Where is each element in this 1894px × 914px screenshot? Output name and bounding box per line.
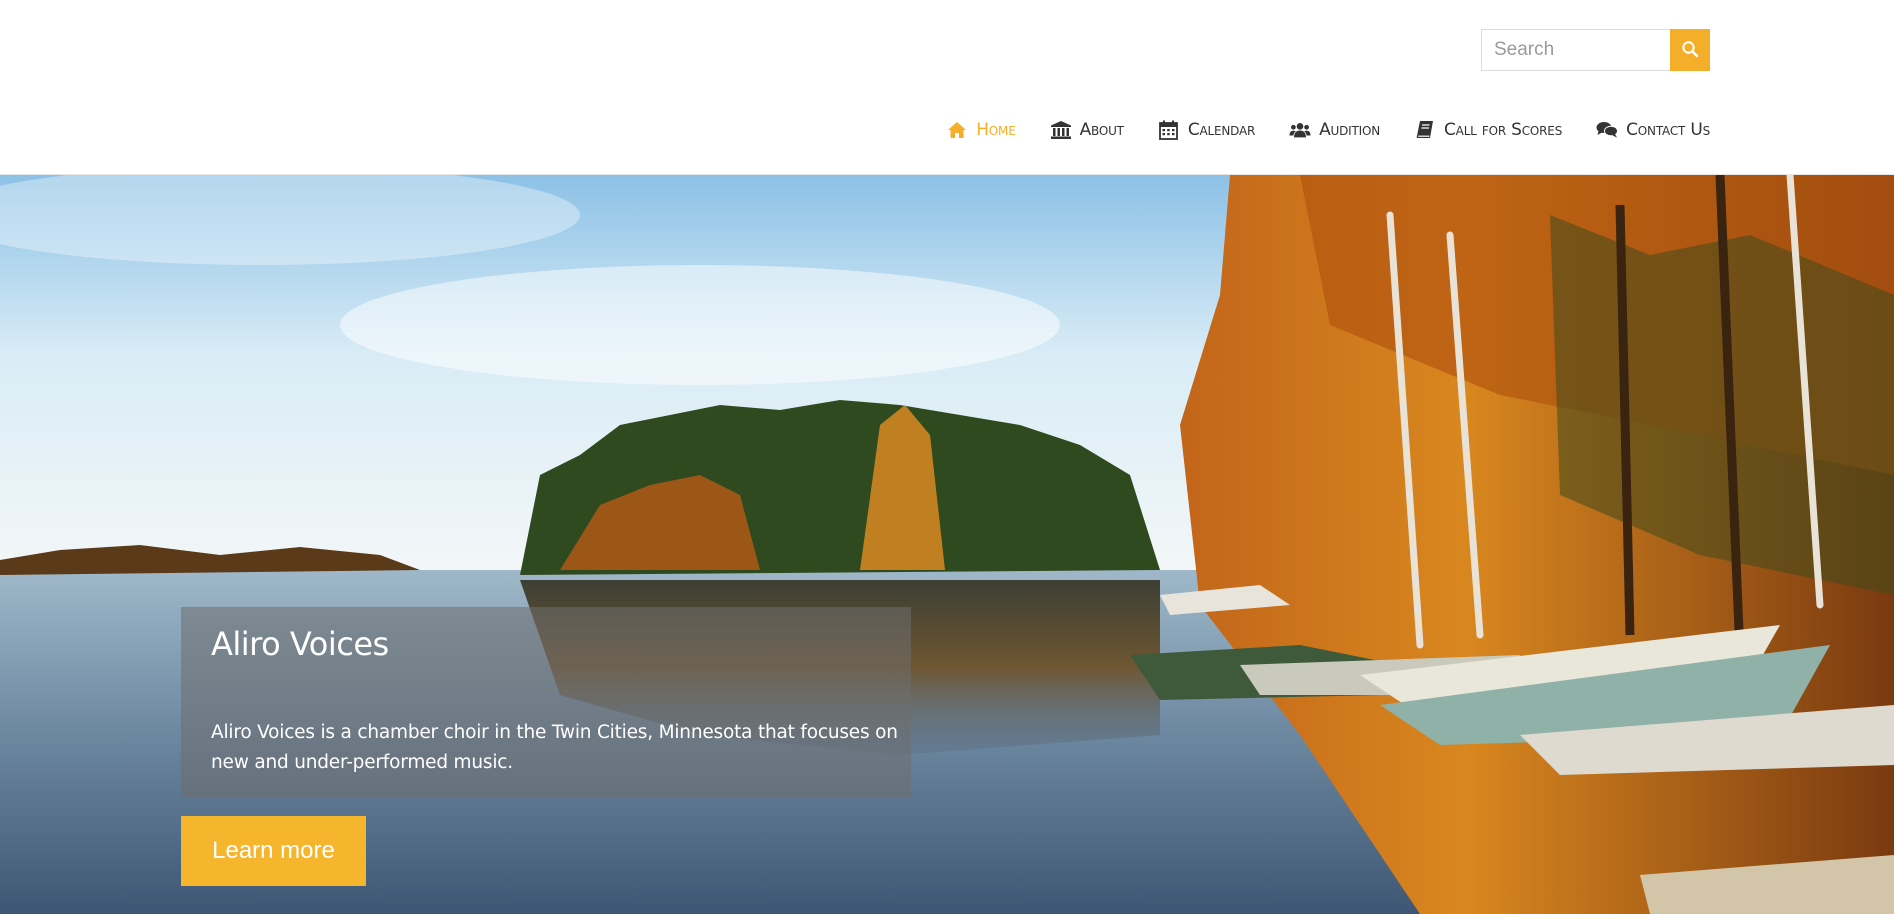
- nav-label: Home: [976, 120, 1016, 140]
- nav-label: Contact Us: [1626, 120, 1710, 140]
- nav-item-audition[interactable]: Audition: [1289, 119, 1380, 141]
- hero-background-image: [0, 175, 1894, 914]
- learn-more-button[interactable]: Learn more: [181, 816, 366, 886]
- comments-icon: [1596, 119, 1619, 141]
- nav-label: Call for Scores: [1444, 120, 1563, 140]
- search-input[interactable]: [1481, 29, 1670, 71]
- home-icon: [946, 119, 968, 141]
- search-button[interactable]: [1670, 29, 1710, 71]
- hero-banner: Aliro Voices Aliro Voices is a chamber c…: [0, 175, 1894, 914]
- users-icon: [1289, 119, 1311, 141]
- nav-item-about[interactable]: About: [1050, 119, 1124, 141]
- nav-label: Calendar: [1187, 120, 1256, 140]
- search-form: [1481, 29, 1710, 71]
- search-icon: [1681, 40, 1699, 61]
- nav-label: Audition: [1319, 120, 1381, 140]
- hero-description: Aliro Voices is a chamber choir in the T…: [211, 722, 898, 773]
- nav-label: About: [1079, 120, 1124, 140]
- institution-icon: [1050, 119, 1072, 141]
- calendar-icon: [1158, 119, 1180, 141]
- book-icon: [1414, 119, 1436, 141]
- site-header: Home About Calendar Audition Call for Sc…: [0, 0, 1894, 175]
- nav-item-contact-us[interactable]: Contact Us: [1596, 119, 1710, 141]
- nav-item-home[interactable]: Home: [946, 119, 1016, 141]
- nav-item-call-for-scores[interactable]: Call for Scores: [1414, 119, 1562, 141]
- nav-item-calendar[interactable]: Calendar: [1158, 119, 1255, 141]
- main-nav: Home About Calendar Audition Call for Sc…: [946, 119, 1710, 141]
- hero-title: Aliro Voices: [211, 625, 389, 663]
